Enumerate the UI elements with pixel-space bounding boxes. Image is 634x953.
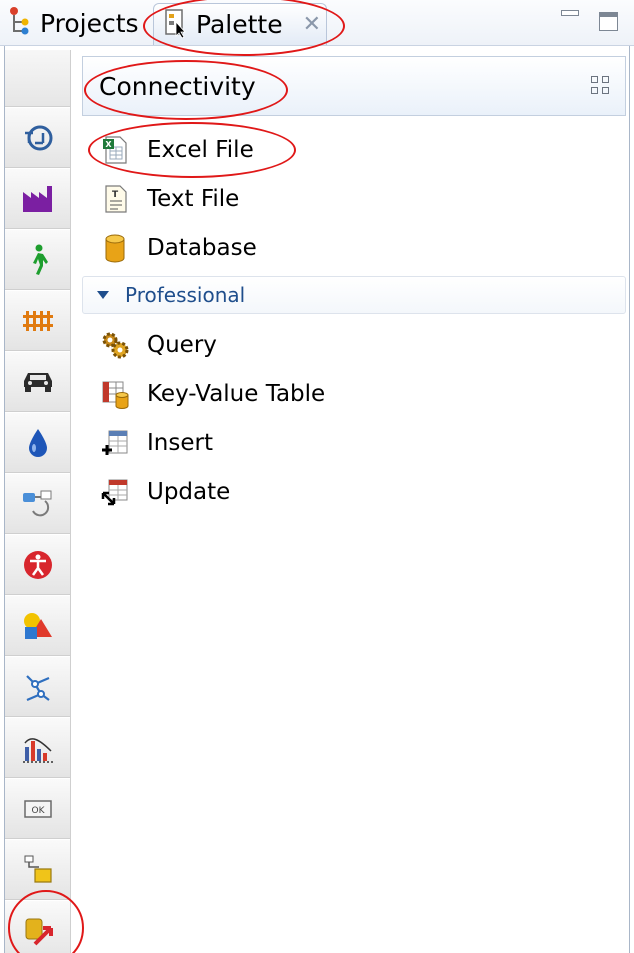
tab-palette-label: Palette — [196, 10, 283, 39]
car-icon — [23, 372, 52, 392]
category-agent-flow-button[interactable] — [5, 473, 70, 534]
palette-tab-icon — [164, 8, 188, 42]
drawer-header-connectivity[interactable]: Connectivity — [82, 56, 626, 116]
palette-item-label: Key-Value Table — [147, 380, 326, 407]
key-value-table-icon — [100, 379, 130, 409]
palette-item-text-file[interactable]: T Text File — [82, 174, 626, 223]
palette-item-update[interactable]: Update — [82, 467, 626, 516]
category-controls-button[interactable]: OK — [5, 778, 70, 839]
palette-item-label: Database — [147, 234, 257, 261]
query-icon — [100, 330, 130, 360]
category-factory-button[interactable] — [5, 168, 70, 229]
accessibility-icon — [23, 550, 52, 579]
palette-main: Connectivity X Excel File T Text File Da… — [82, 56, 626, 516]
text-file-icon: T — [100, 184, 130, 214]
category-shapes-button[interactable] — [5, 595, 70, 656]
category-fluid-button[interactable] — [5, 412, 70, 473]
category-accessibility-button[interactable] — [5, 534, 70, 595]
palette-item-insert[interactable]: Insert — [82, 418, 626, 467]
section-header-professional[interactable]: Professional — [82, 276, 626, 314]
agent-flow-icon — [22, 490, 51, 516]
close-tab-icon[interactable]: ✕ — [303, 13, 321, 36]
excel-file-icon: X — [100, 135, 130, 165]
category-network-button[interactable] — [5, 656, 70, 717]
connectivity-active-icon — [25, 918, 53, 945]
drawer-title: Connectivity — [99, 71, 256, 101]
factory-icon — [22, 185, 52, 212]
palette-item-key-value-table[interactable]: Key-Value Table — [82, 369, 626, 418]
process-modeling-icon — [24, 125, 52, 150]
projects-tree-icon — [8, 6, 32, 40]
category-analysis-button[interactable] — [5, 717, 70, 778]
palette-item-label: Query — [147, 331, 217, 358]
svg-text:OK: OK — [31, 806, 45, 816]
insert-icon — [100, 428, 130, 458]
palette-item-label: Insert — [147, 429, 213, 456]
category-pedestrian-button[interactable] — [5, 229, 70, 290]
minimize-view-button[interactable] — [561, 10, 579, 16]
maximize-view-button[interactable] — [599, 12, 618, 31]
section-label: Professional — [125, 283, 246, 307]
ok-button-control-icon: OK — [23, 799, 52, 818]
tab-projects-label: Projects — [40, 8, 139, 38]
tab-projects[interactable]: Projects — [8, 0, 139, 46]
palette-item-label: Text File — [147, 185, 240, 212]
fluid-drop-icon — [28, 428, 47, 457]
category-connectivity-active-button[interactable] — [5, 900, 70, 953]
update-icon — [100, 477, 130, 507]
svg-text:T: T — [112, 190, 119, 200]
category-car-button[interactable] — [5, 351, 70, 412]
category-process-modeling-button[interactable] — [5, 107, 70, 168]
palette-item-label: Update — [147, 478, 231, 505]
connectivity-small-icon — [24, 855, 52, 883]
category-connectivity-small-button[interactable] — [5, 839, 70, 900]
pedestrian-icon — [32, 244, 48, 275]
network-icon — [25, 674, 50, 701]
category-strip-header — [5, 50, 70, 107]
expand-arrow-icon — [97, 291, 109, 299]
palette-item-excel-file[interactable]: X Excel File — [82, 125, 626, 174]
tab-palette[interactable]: Palette ✕ — [153, 3, 327, 45]
rail-icon — [22, 310, 53, 331]
palette-category-strip: OK — [5, 50, 71, 953]
shapes-icon — [23, 612, 52, 639]
database-icon — [100, 233, 130, 263]
analysis-chart-icon — [22, 737, 53, 763]
layout-options-icon[interactable] — [591, 76, 611, 96]
palette-item-label: Excel File — [147, 136, 254, 163]
svg-text:X: X — [105, 140, 112, 149]
view-tab-strip: Projects Palette ✕ — [0, 0, 634, 46]
category-rail-button[interactable] — [5, 290, 70, 351]
palette-item-query[interactable]: Query — [82, 320, 626, 369]
palette-item-database[interactable]: Database — [82, 223, 626, 272]
